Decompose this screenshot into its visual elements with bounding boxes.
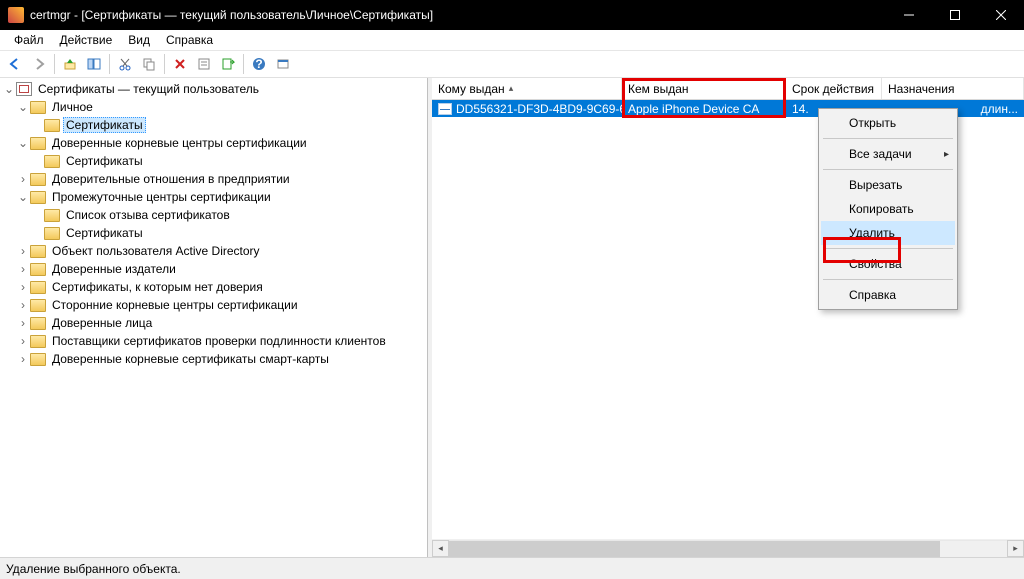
window-title: certmgr - [Сертификаты — текущий пользов… [30, 8, 886, 22]
tree-trusted-pub[interactable]: ›Доверенные издатели [2, 260, 427, 278]
status-text: Удаление выбранного объекта. [6, 562, 181, 576]
tree-ad-user[interactable]: ›Объект пользователя Active Directory [2, 242, 427, 260]
separator [823, 248, 953, 249]
separator [243, 54, 244, 74]
scroll-track[interactable] [449, 540, 1007, 557]
show-hide-tree-button[interactable] [83, 53, 105, 75]
tree-intermediate[interactable]: ⌄Промежуточные центры сертификации [2, 188, 427, 206]
list-header: Кому выдан▴ Кем выдан Срок действия Назн… [432, 78, 1024, 100]
cell-issued-by: Apple iPhone Device CA [622, 102, 786, 116]
cm-copy[interactable]: Копировать [821, 197, 955, 221]
separator [823, 138, 953, 139]
separator [823, 279, 953, 280]
up-button[interactable] [59, 53, 81, 75]
maximize-button[interactable] [932, 0, 978, 30]
tree-enterprise-trust[interactable]: ›Доверительные отношения в предприятии [2, 170, 427, 188]
tree-untrusted[interactable]: ›Сертификаты, к которым нет доверия [2, 278, 427, 296]
separator [164, 54, 165, 74]
context-menu: Открыть Все задачи▸ Вырезать Копировать … [818, 108, 958, 310]
menu-file[interactable]: Файл [6, 31, 52, 49]
export-button[interactable] [217, 53, 239, 75]
scroll-thumb[interactable] [449, 541, 940, 557]
scroll-left-button[interactable]: ◂ [432, 540, 449, 557]
tree-crl[interactable]: Список отзыва сертификатов [2, 206, 427, 224]
menu-view[interactable]: Вид [120, 31, 158, 49]
sort-asc-icon: ▴ [509, 83, 514, 94]
tree-root[interactable]: ⌄Сертификаты — текущий пользователь [2, 80, 427, 98]
menu-bar: Файл Действие Вид Справка [0, 30, 1024, 50]
tree-trusted-root-certs[interactable]: Сертификаты [2, 152, 427, 170]
cm-cut[interactable]: Вырезать [821, 173, 955, 197]
scroll-right-button[interactable]: ▸ [1007, 540, 1024, 557]
help-button[interactable]: ? [248, 53, 270, 75]
properties-button[interactable] [193, 53, 215, 75]
tree-pane: ⌄Сертификаты — текущий пользователь ⌄Лич… [0, 78, 428, 557]
svg-text:?: ? [255, 57, 262, 71]
certificate-icon [438, 103, 452, 115]
col-issued-to[interactable]: Кому выдан▴ [432, 78, 622, 99]
certificate-tree[interactable]: ⌄Сертификаты — текущий пользователь ⌄Лич… [0, 78, 427, 557]
col-expiration[interactable]: Срок действия [786, 78, 882, 99]
horizontal-scrollbar[interactable]: ◂ ▸ [432, 539, 1024, 557]
cm-delete[interactable]: Удалить [821, 221, 955, 245]
copy-button[interactable] [138, 53, 160, 75]
menu-help[interactable]: Справка [158, 31, 221, 49]
separator [109, 54, 110, 74]
menu-action[interactable]: Действие [52, 31, 121, 49]
tree-personal-certs[interactable]: Сертификаты [2, 116, 427, 134]
tree-trusted-root[interactable]: ⌄Доверенные корневые центры сертификации [2, 134, 427, 152]
title-bar: certmgr - [Сертификаты — текущий пользов… [0, 0, 1024, 30]
minimize-button[interactable] [886, 0, 932, 30]
cm-properties[interactable]: Свойства [821, 252, 955, 276]
app-icon [8, 7, 24, 23]
separator [54, 54, 55, 74]
status-bar: Удаление выбранного объекта. [0, 557, 1024, 579]
tree-client-auth[interactable]: ›Поставщики сертификатов проверки подлин… [2, 332, 427, 350]
list-pane: Кому выдан▴ Кем выдан Срок действия Назн… [432, 78, 1024, 557]
toolbar: ? [0, 50, 1024, 78]
chevron-right-icon: ▸ [944, 149, 949, 160]
tree-personal[interactable]: ⌄Личное [2, 98, 427, 116]
tree-smartcard-root[interactable]: ›Доверенные корневые сертификаты смарт-к… [2, 350, 427, 368]
cm-all-tasks[interactable]: Все задачи▸ [821, 142, 955, 166]
separator [823, 169, 953, 170]
forward-button[interactable] [28, 53, 50, 75]
cut-button[interactable] [114, 53, 136, 75]
close-button[interactable] [978, 0, 1024, 30]
col-purposes[interactable]: Назначения [882, 78, 1024, 99]
back-button[interactable] [4, 53, 26, 75]
tree-third-party-root[interactable]: ›Сторонние корневые центры сертификации [2, 296, 427, 314]
cm-help[interactable]: Справка [821, 283, 955, 307]
cell-issued-to: DD556321-DF3D-4BD9-9C69-60... [432, 102, 622, 116]
tree-intermediate-certs[interactable]: Сертификаты [2, 224, 427, 242]
cm-open[interactable]: Открыть [821, 111, 955, 135]
delete-button[interactable] [169, 53, 191, 75]
options-button[interactable] [272, 53, 294, 75]
tree-trusted-people[interactable]: ›Доверенные лица [2, 314, 427, 332]
col-issued-by[interactable]: Кем выдан [622, 78, 786, 99]
